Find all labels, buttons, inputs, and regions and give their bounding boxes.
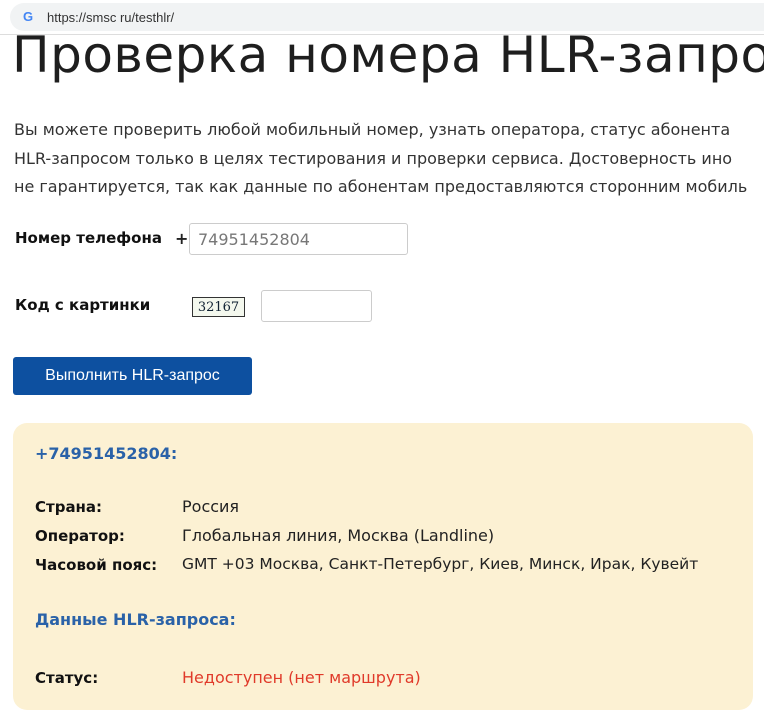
status-label: Статус:	[35, 669, 99, 687]
timezone-label: Часовой пояс:	[35, 556, 158, 574]
intro-text: Вы можете проверить любой мобильный номе…	[14, 116, 764, 202]
plus-sign: +	[175, 229, 189, 248]
captcha-input[interactable]	[261, 290, 372, 322]
status-value: Недоступен (нет маршрута)	[182, 668, 421, 687]
operator-value: Глобальная линия, Москва (Landline)	[182, 526, 495, 545]
page-title: Проверка номера HLR-запро	[12, 26, 764, 84]
hlr-heading: Данные HLR-запроса:	[35, 610, 236, 629]
country-value: Россия	[182, 497, 240, 516]
google-icon: G	[23, 9, 34, 24]
country-label: Страна:	[35, 498, 103, 516]
phone-input[interactable]: 74951452804	[189, 223, 408, 255]
submit-hlr-button[interactable]: Выполнить HLR-запрос	[13, 357, 252, 395]
captcha-label: Код с картинки	[15, 296, 151, 314]
intro-line: Вы можете проверить любой мобильный номе…	[14, 120, 731, 139]
captcha-image: 32167	[192, 297, 245, 317]
phone-label: Номер телефона	[15, 229, 162, 247]
url-text[interactable]: https://smsc ru/testhlr/	[47, 10, 174, 25]
timezone-value: GMT +03 Москва, Санкт-Петербург, Киев, М…	[182, 555, 699, 573]
result-number: +74951452804:	[35, 444, 178, 463]
operator-label: Оператор:	[35, 527, 125, 545]
result-panel: +74951452804: Страна: Россия Оператор: Г…	[13, 423, 753, 710]
intro-line: не гарантируется, так как данные по абон…	[14, 177, 748, 196]
intro-line: HLR-запросом только в целях тестирования…	[14, 148, 733, 168]
